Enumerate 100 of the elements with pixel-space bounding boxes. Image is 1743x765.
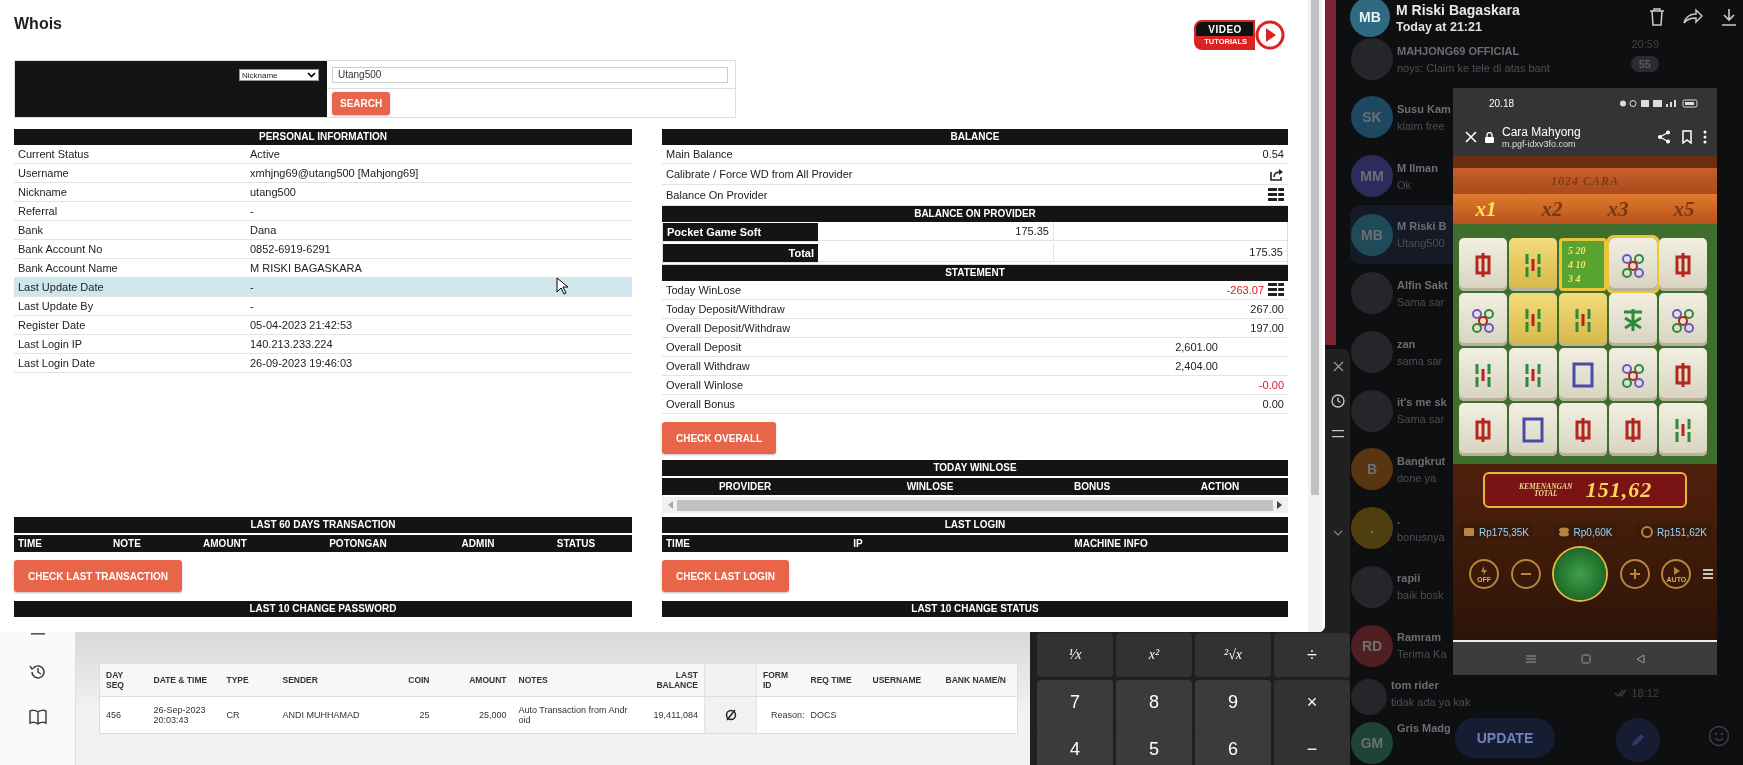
update-button[interactable]: UPDATE bbox=[1455, 718, 1555, 758]
message-preview: baik bosk bbox=[1397, 589, 1444, 602]
field-label: Overall Deposit/Withdraw bbox=[666, 322, 792, 334]
home-icon[interactable] bbox=[1580, 653, 1591, 664]
chat-name: it's me sk bbox=[1397, 396, 1447, 409]
check-last-transaction-button[interactable]: CHECK LAST TRANSACTION bbox=[14, 560, 182, 592]
calculator-key[interactable]: 6 bbox=[1195, 727, 1271, 765]
calculator-key[interactable]: 4 bbox=[1037, 727, 1113, 765]
calculator-key[interactable]: ¹⁄x bbox=[1037, 633, 1113, 677]
column-header: FORM ID bbox=[756, 663, 805, 697]
paytable-row-text: 5 20 bbox=[1568, 245, 1587, 256]
column-header: AMOUNT bbox=[202, 537, 248, 551]
history-icon[interactable] bbox=[1331, 394, 1345, 408]
field-value: Active bbox=[250, 148, 280, 160]
field-label: Overall Winlose bbox=[666, 379, 745, 391]
field-value: xmhjng69@utang500 [Mahjong69] bbox=[250, 167, 419, 179]
table-cell: ANDI MUHHAMAD bbox=[276, 696, 381, 734]
section-header: LAST 10 CHANGE STATUS bbox=[662, 601, 1288, 617]
turbo-icon bbox=[1478, 565, 1490, 576]
field-value: 26-09-2023 19:46:03 bbox=[250, 357, 353, 369]
avatar: SK bbox=[1351, 96, 1393, 139]
chat-item[interactable]: MM M Ilman Ok bbox=[1350, 146, 1453, 206]
chat-name: rapii bbox=[1397, 572, 1421, 585]
chat-item[interactable]: rapii baik bosk bbox=[1350, 557, 1453, 617]
menu-icon[interactable] bbox=[1332, 430, 1344, 438]
calculator-key[interactable]: 8 bbox=[1116, 680, 1192, 730]
field-value: - bbox=[250, 281, 254, 293]
calculator-key[interactable]: 9 bbox=[1195, 680, 1271, 730]
table-cell: 26-Sep-2023 20:03:43 bbox=[147, 696, 221, 734]
calculator-key[interactable]: ²√x bbox=[1195, 633, 1271, 677]
avatar: B bbox=[1351, 448, 1393, 491]
close-icon[interactable] bbox=[1332, 361, 1344, 372]
more-icon[interactable] bbox=[1703, 130, 1707, 144]
chat-item[interactable]: zan sama sar bbox=[1350, 322, 1453, 382]
field-value: 0.00 bbox=[1262, 398, 1284, 410]
field-label: Bank bbox=[18, 224, 45, 236]
chat-item[interactable]: SK Susu Kam klaim free bbox=[1350, 88, 1453, 147]
download-icon[interactable] bbox=[1721, 8, 1737, 26]
share-icon[interactable] bbox=[1657, 130, 1671, 144]
column-header: AMOUNT bbox=[435, 663, 513, 697]
chat-item[interactable]: . . bonusnya bbox=[1350, 498, 1453, 558]
table-cell: Auto Transaction from Android bbox=[512, 696, 637, 734]
field-value: -263.07 bbox=[1226, 284, 1264, 296]
page-title: Cara Mahyong bbox=[1502, 125, 1582, 139]
calculator-key[interactable]: − bbox=[1274, 727, 1350, 765]
book-icon[interactable] bbox=[28, 709, 47, 725]
calculator-key[interactable]: ÷ bbox=[1274, 633, 1350, 677]
calculator-key[interactable]: 7 bbox=[1037, 680, 1113, 730]
section-header: BALANCE ON PROVIDER bbox=[662, 206, 1288, 222]
check-overall-button[interactable]: CHECK OVERALL bbox=[662, 422, 777, 454]
table-cell: 456 bbox=[99, 696, 148, 734]
field-label: Register Date bbox=[18, 319, 87, 331]
column-header: ADMIN bbox=[460, 537, 496, 551]
field-value: 05-04-2023 21:42:53 bbox=[250, 319, 353, 331]
avatar: MM bbox=[1351, 155, 1393, 198]
plus-icon bbox=[1628, 569, 1641, 579]
chat-item[interactable]: it's me sk Sama sar bbox=[1350, 381, 1453, 441]
trash-icon[interactable] bbox=[1649, 8, 1665, 26]
vertical-scrollbar[interactable] bbox=[1308, 0, 1322, 632]
section-header: BALANCE bbox=[662, 129, 1288, 145]
field-value: M RISKI BAGASKARA bbox=[250, 262, 362, 274]
column-header: DATE & TIME bbox=[147, 663, 221, 697]
chat-name: Gris Madg bbox=[1397, 721, 1451, 734]
field-label: Today Deposit/Withdraw bbox=[666, 303, 786, 315]
minus-button[interactable] bbox=[1510, 559, 1541, 589]
share-icon[interactable] bbox=[1270, 167, 1284, 181]
details-icon[interactable] bbox=[1268, 283, 1284, 297]
column-header: IP bbox=[852, 537, 864, 551]
avatar-photo bbox=[1351, 38, 1393, 80]
calculator-key[interactable]: 5 bbox=[1116, 727, 1192, 765]
forward-icon[interactable] bbox=[1683, 8, 1703, 24]
chat-item[interactable]: Alfin Sakt Sama sar bbox=[1350, 264, 1453, 323]
check-last-login-button[interactable]: CHECK LAST LOGIN bbox=[662, 560, 789, 592]
chat-name: M Ilman bbox=[1397, 161, 1438, 174]
search-field[interactable]: Utang500 bbox=[332, 66, 728, 83]
search-by-dropdown[interactable]: Nickname bbox=[239, 69, 319, 81]
slashed-circle-icon[interactable] bbox=[724, 709, 737, 721]
play-icon bbox=[1255, 20, 1285, 50]
back-icon[interactable] bbox=[1635, 653, 1645, 664]
chat-item[interactable]: RD Ramram Terima Ka bbox=[1350, 616, 1453, 675]
list-icon[interactable] bbox=[1268, 188, 1284, 202]
page-url: m.pgf-idxv3fo.com bbox=[1502, 139, 1577, 149]
chevron-down-icon[interactable] bbox=[1333, 530, 1343, 536]
history-icon[interactable] bbox=[28, 663, 47, 681]
chat-name: zan bbox=[1397, 337, 1416, 350]
field-label: Username bbox=[18, 167, 70, 179]
plus-button[interactable] bbox=[1619, 559, 1650, 589]
chat-item[interactable]: B Bangkrut done ya bbox=[1350, 440, 1453, 499]
calculator-key[interactable]: × bbox=[1274, 680, 1350, 730]
section-header: STATEMENT bbox=[662, 265, 1288, 281]
calculator-key[interactable]: x² bbox=[1116, 633, 1192, 677]
horizontal-scrollbar[interactable] bbox=[662, 497, 1288, 513]
bookmark-icon[interactable] bbox=[1679, 130, 1695, 144]
message-preview: Ok bbox=[1397, 178, 1412, 191]
field-label: Overall Bonus bbox=[666, 398, 737, 410]
chat-item[interactable]: GM Gris Madg bbox=[1350, 717, 1455, 765]
search-button[interactable]: SEARCH bbox=[332, 91, 391, 115]
field-value: 2,601.00 bbox=[1175, 341, 1218, 353]
total-value: 175.35 bbox=[1054, 243, 1287, 262]
message-preview: tidak ada ya kak bbox=[1391, 695, 1471, 708]
